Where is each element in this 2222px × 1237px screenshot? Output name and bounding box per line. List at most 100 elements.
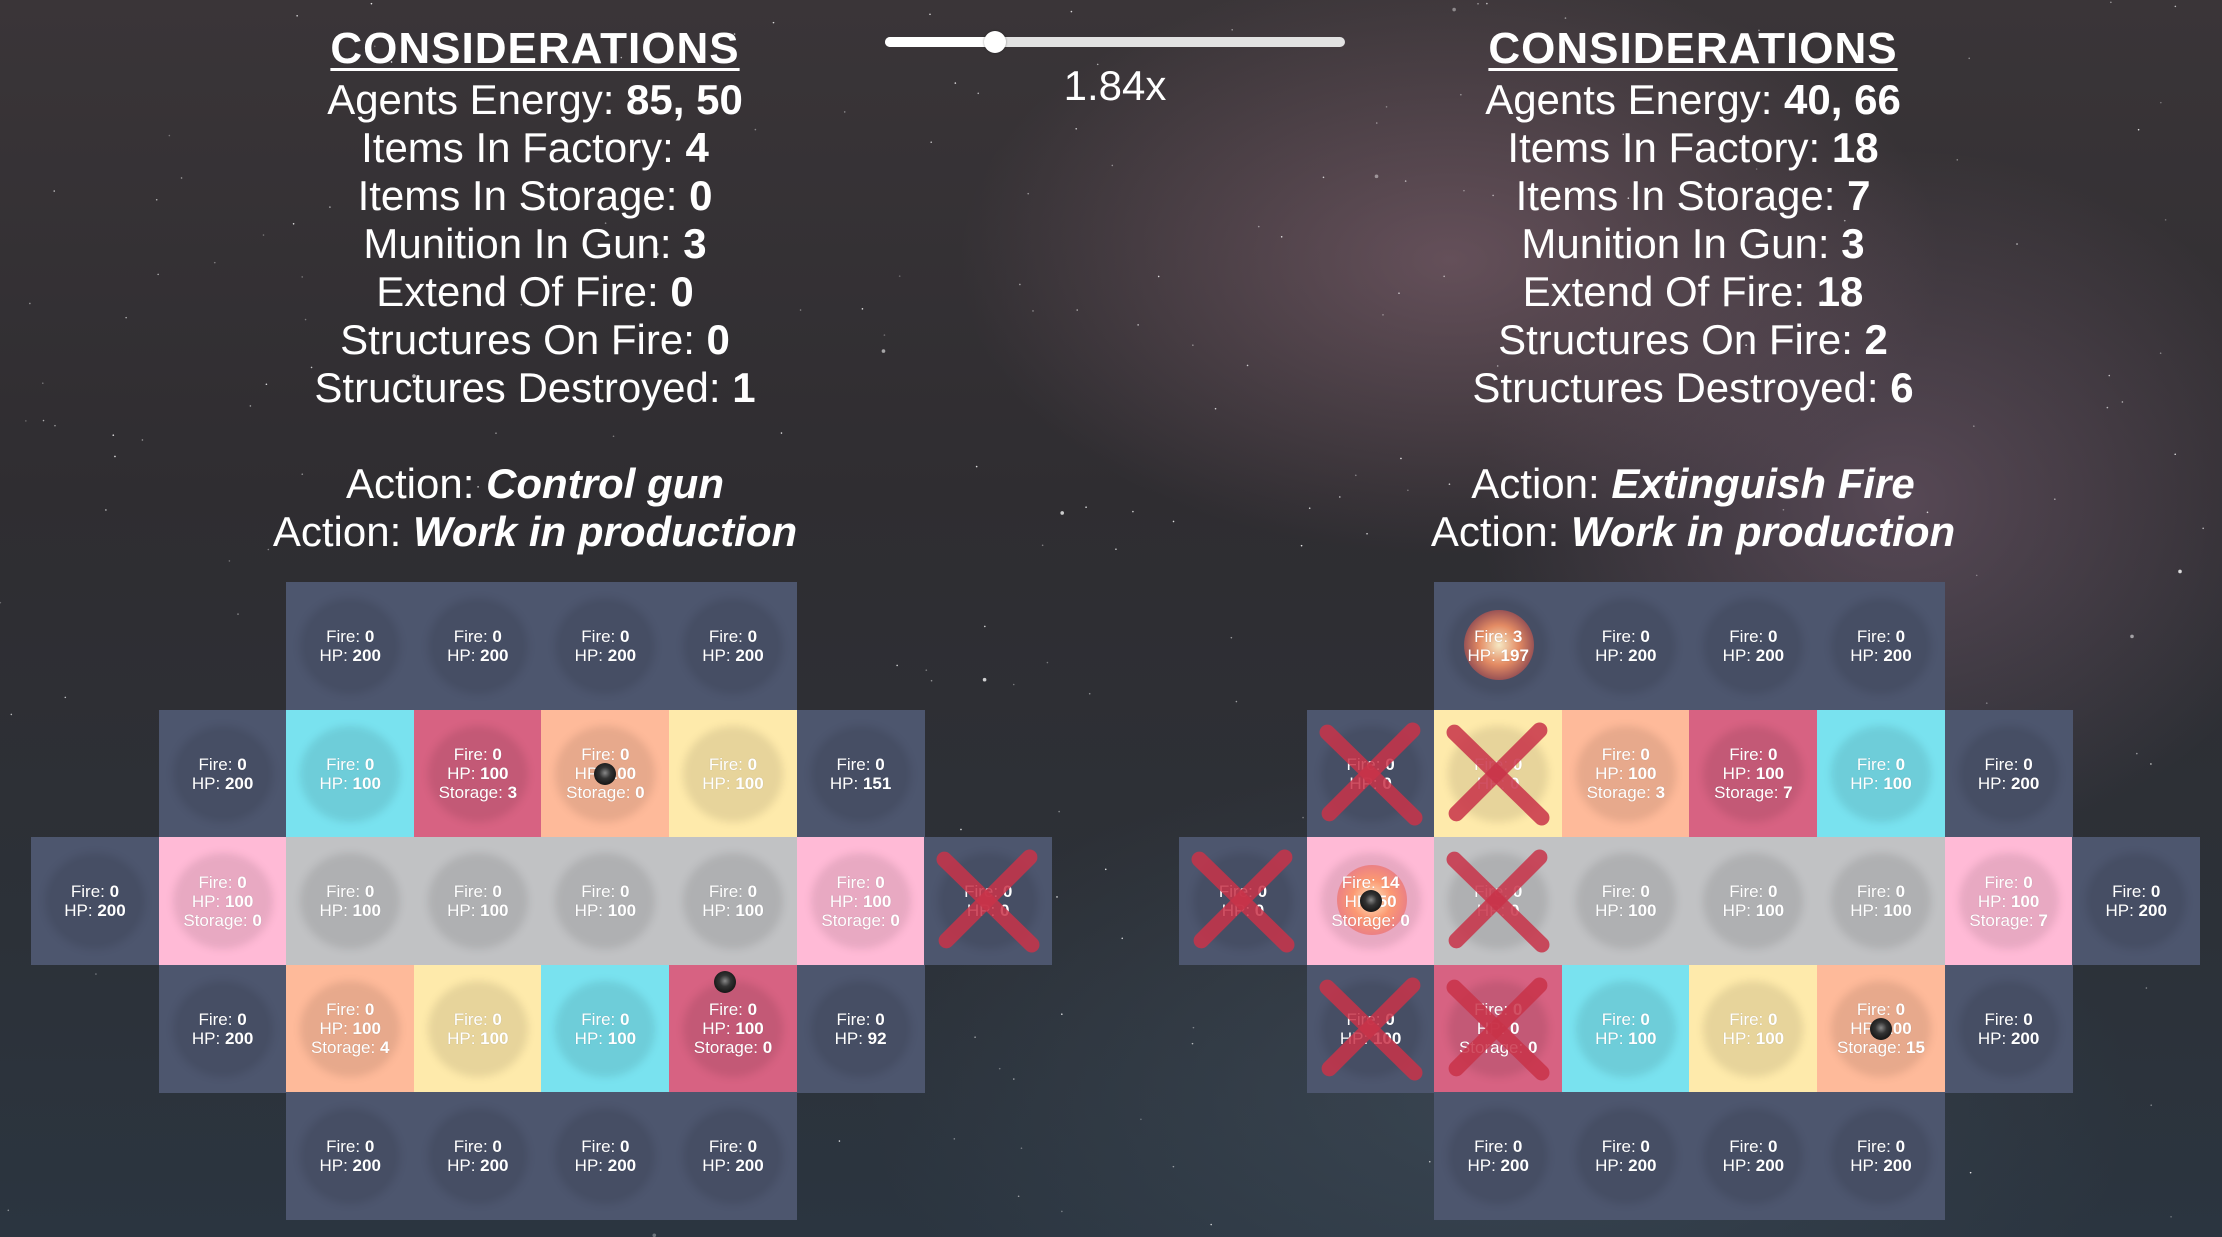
cell-hp-line: HP: 200 xyxy=(447,1156,508,1175)
cell-hp-label: HP: xyxy=(1595,764,1629,784)
cell-hp-value: 100 xyxy=(735,773,764,793)
cell-hp-value: 200 xyxy=(2010,773,2040,793)
star xyxy=(1452,7,1456,12)
grid-cell: Fire: 0 HP: 151 xyxy=(796,709,925,838)
cell-hp-label: HP: xyxy=(1722,901,1756,921)
cell-hp-value: 100 xyxy=(2010,891,2040,911)
cell-fire-value: 0 xyxy=(237,1009,247,1029)
stat-label: Agents Energy: xyxy=(327,76,627,123)
cell-hp-value: 100 xyxy=(352,773,381,793)
cell-stats: Fire: 0 HP: 100 Storage: 7 xyxy=(1969,873,2047,930)
grid-cell: Fire: 0 HP: 200 xyxy=(1561,582,1690,710)
grid-cell: Fire: 0 HP: 200 xyxy=(1561,1092,1690,1221)
cell-hp-value: 200 xyxy=(2010,1028,2040,1048)
cell-storage-line: Storage: 0 xyxy=(183,911,261,930)
cell-fire-line: Fire: 0 xyxy=(319,1137,380,1156)
star xyxy=(1477,2,1479,5)
cell-hp-line: HP: 200 xyxy=(1595,646,1656,665)
stat-value: 0 xyxy=(670,268,694,315)
cell-stats: Fire: 0HP: 100 xyxy=(1723,882,1784,920)
cell-stats: Fire: 0HP: 100 xyxy=(1723,1010,1784,1048)
grid-cell: Fire: 0 HP: 200 xyxy=(669,1092,797,1221)
cell-fire-line: Fire: 0 xyxy=(1850,1137,1911,1156)
grid-cell: Fire: 0 HP: 200 xyxy=(541,1092,670,1221)
cell-fire-line: Fire: 0 xyxy=(183,873,261,892)
cell-stats: Fire: 0 HP: 200 xyxy=(1850,1137,1911,1175)
action-value: Work in production xyxy=(412,508,798,555)
cell-storage-label: Storage: xyxy=(1586,783,1656,803)
star xyxy=(237,613,239,615)
action-line: Action: Control gun xyxy=(85,460,985,508)
cell-hp-value: 200 xyxy=(224,1028,254,1048)
cell-fire-label: Fire: xyxy=(453,882,493,902)
cell-hp-value: 200 xyxy=(224,773,254,793)
grid-cell: Fire: 0HP: 0Storage: 0 xyxy=(1434,964,1563,1093)
cell-hp-label: HP: xyxy=(1722,646,1756,665)
star xyxy=(1302,816,1304,819)
star xyxy=(2150,763,2152,765)
star xyxy=(652,1233,657,1237)
cell-hp-value: 100 xyxy=(1628,764,1657,784)
cell-fire-line: Fire: 0 xyxy=(1723,1010,1784,1029)
cell-fire-label: Fire: xyxy=(2112,882,2151,902)
cell-fire-line: Fire: 0 xyxy=(702,1137,763,1156)
cell-stats: Fire: 0HP: 100 xyxy=(575,1010,636,1048)
cell-fire-value: 0 xyxy=(1640,627,1650,646)
cell-stats: Fire: 0 HP: 200 xyxy=(702,1137,763,1175)
star xyxy=(1060,511,1064,515)
cell-hp-value: 100 xyxy=(1755,1028,1785,1048)
cell-fire-value: 0 xyxy=(1640,882,1650,902)
star xyxy=(2202,527,2204,530)
cell-hp-label: HP: xyxy=(829,773,863,793)
cell-fire-line: Fire: 0 xyxy=(2105,882,2166,901)
cell-fire-label: Fire: xyxy=(708,1137,748,1157)
cell-storage-line: Storage: 15 xyxy=(1837,1038,1925,1057)
panel-title: CONSIDERATIONS xyxy=(1488,24,1898,73)
cell-fire-line: Fire: 0 xyxy=(192,1010,253,1029)
cell-hp-value: 200 xyxy=(352,646,381,665)
slider-handle[interactable] xyxy=(984,31,1007,53)
star xyxy=(29,302,31,305)
stat-label: Structures On Fire: xyxy=(340,316,707,363)
cell-hp-label: HP: xyxy=(1850,773,1884,793)
cell-hp-label: HP: xyxy=(447,901,481,921)
star xyxy=(1137,324,1139,326)
grid-cell: Fire: 0 HP: 200 xyxy=(1434,1092,1563,1221)
star xyxy=(7,1209,10,1212)
cell-fire-value: 0 xyxy=(2023,872,2033,892)
cell-fire-label: Fire: xyxy=(198,872,238,892)
cell-storage-label: Storage: xyxy=(1969,910,2039,930)
cell-stats: Fire: 0HP: 100 xyxy=(447,1010,508,1048)
cell-stats: Fire: 0 HP: 200 xyxy=(192,755,253,793)
cell-fire-label: Fire: xyxy=(1474,627,1513,646)
cell-fire-value: 0 xyxy=(492,627,502,646)
cell-fire-label: Fire: xyxy=(453,1009,493,1029)
cell-fire-label: Fire: xyxy=(1856,754,1896,774)
cell-fire-label: Fire: xyxy=(1601,882,1641,902)
cell-hp-label: HP: xyxy=(1722,764,1756,784)
cell-hp-value: 200 xyxy=(1628,1156,1657,1176)
stat-value: 85, 50 xyxy=(626,76,743,123)
cell-hp-value: 200 xyxy=(607,1156,637,1176)
cell-hp-label: HP: xyxy=(574,901,608,921)
cell-hp-line: HP: 200 xyxy=(1595,1156,1656,1175)
cell-hp-label: HP: xyxy=(1977,1028,2011,1048)
cell-fire-label: Fire: xyxy=(708,882,748,902)
cell-fire-line: Fire: 0 xyxy=(1714,745,1792,764)
cell-hp-label: HP: xyxy=(319,646,353,665)
grid-cell: Fire: 0HP: 0 xyxy=(1179,837,1307,966)
cell-hp-value: 200 xyxy=(735,646,764,665)
star xyxy=(1056,896,1058,898)
star xyxy=(1172,1165,1175,1168)
cell-hp-line: HP: 100 xyxy=(1595,1029,1656,1048)
cell-storage-label: Storage: xyxy=(1331,910,1401,930)
speed-slider[interactable] xyxy=(885,31,1345,53)
cell-hp-label: HP: xyxy=(702,901,736,921)
cell-hp-label: HP: xyxy=(1850,901,1884,921)
destroyed-x-icon xyxy=(1319,977,1423,1081)
star xyxy=(1192,344,1194,346)
stat-line: Structures On Fire: 2 xyxy=(1243,316,2143,364)
cell-fire-line: Fire: 14 xyxy=(1331,873,1409,892)
star xyxy=(95,973,97,975)
cell-fire-line: Fire: 0 xyxy=(1595,627,1656,646)
